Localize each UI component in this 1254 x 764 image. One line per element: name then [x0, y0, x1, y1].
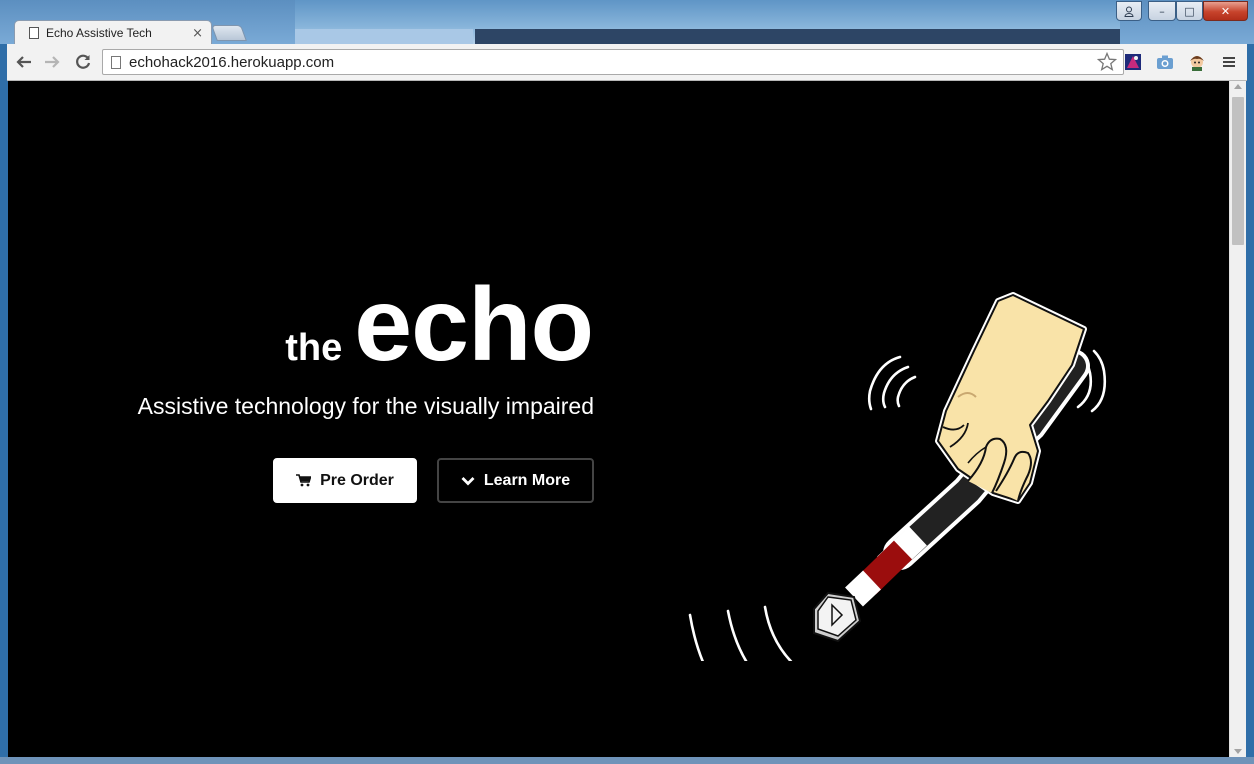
pre-order-button[interactable]: Pre Order — [273, 458, 417, 503]
chevron-down-icon — [461, 476, 475, 485]
shopping-cart-icon — [296, 474, 312, 487]
back-arrow-icon — [16, 56, 31, 68]
browser-window: – □ ✕ Echo Assistive Tech × echohack2016… — [0, 0, 1254, 764]
browser-menu-button[interactable] — [1220, 53, 1238, 71]
browser-tab[interactable]: Echo Assistive Tech × — [14, 20, 212, 45]
page-scrollbar[interactable] — [1229, 81, 1246, 757]
pre-order-label: Pre Order — [320, 471, 394, 489]
extension-button[interactable] — [1124, 53, 1142, 71]
desktop-background-strip — [295, 0, 1120, 44]
hand-holding-cane-illustration — [688, 292, 1107, 661]
scrollbar-thumb[interactable] — [1232, 97, 1244, 245]
camera-icon — [1157, 55, 1173, 69]
window-bottom-frame — [0, 757, 1254, 764]
forward-arrow-icon — [45, 56, 60, 68]
learn-more-label: Learn More — [483, 471, 571, 489]
maximize-button[interactable]: □ — [1176, 1, 1203, 21]
hero-title-the: the — [285, 327, 343, 369]
vibration-waves-left-icon — [867, 355, 917, 411]
address-bar[interactable]: echohack2016.herokuapp.com — [102, 49, 1124, 75]
close-window-button[interactable]: ✕ — [1203, 1, 1248, 21]
close-icon: ✕ — [1220, 4, 1231, 18]
minimize-icon: – — [1159, 4, 1165, 18]
tab-title: Echo Assistive Tech — [46, 26, 152, 40]
user-profile-button[interactable] — [1116, 1, 1142, 21]
learn-more-button[interactable]: Learn More — [437, 458, 594, 503]
new-tab-button[interactable] — [211, 25, 247, 41]
avatar-icon — [1190, 56, 1204, 71]
url-text[interactable]: echohack2016.herokuapp.com — [129, 54, 334, 71]
menu-icon — [1223, 57, 1235, 67]
page-viewport: the echo Assistive technology for the vi… — [8, 81, 1229, 757]
back-button[interactable] — [13, 51, 35, 73]
scroll-up-arrow-icon[interactable] — [1234, 84, 1242, 89]
reload-button[interactable] — [72, 51, 94, 73]
star-icon[interactable] — [1097, 52, 1117, 72]
hero-title: the echo — [285, 267, 594, 383]
reload-icon — [76, 54, 91, 69]
avatar-extension-button[interactable] — [1188, 53, 1206, 71]
tab-close-icon[interactable]: × — [192, 26, 203, 41]
hero-title-echo: echo — [354, 267, 594, 383]
scroll-down-arrow-icon[interactable] — [1234, 749, 1242, 754]
camera-extension-button[interactable] — [1156, 53, 1174, 71]
extension-icon — [1125, 54, 1141, 70]
page-icon — [111, 56, 121, 69]
browser-toolbar: echohack2016.herokuapp.com — [7, 44, 1247, 81]
forward-button[interactable] — [41, 51, 63, 73]
maximize-icon: □ — [1184, 4, 1195, 18]
page-favicon-icon — [29, 27, 39, 39]
hero-subtitle: Assistive technology for the visually im… — [137, 393, 594, 419]
user-icon — [1124, 6, 1134, 17]
minimize-button[interactable]: – — [1148, 1, 1176, 21]
